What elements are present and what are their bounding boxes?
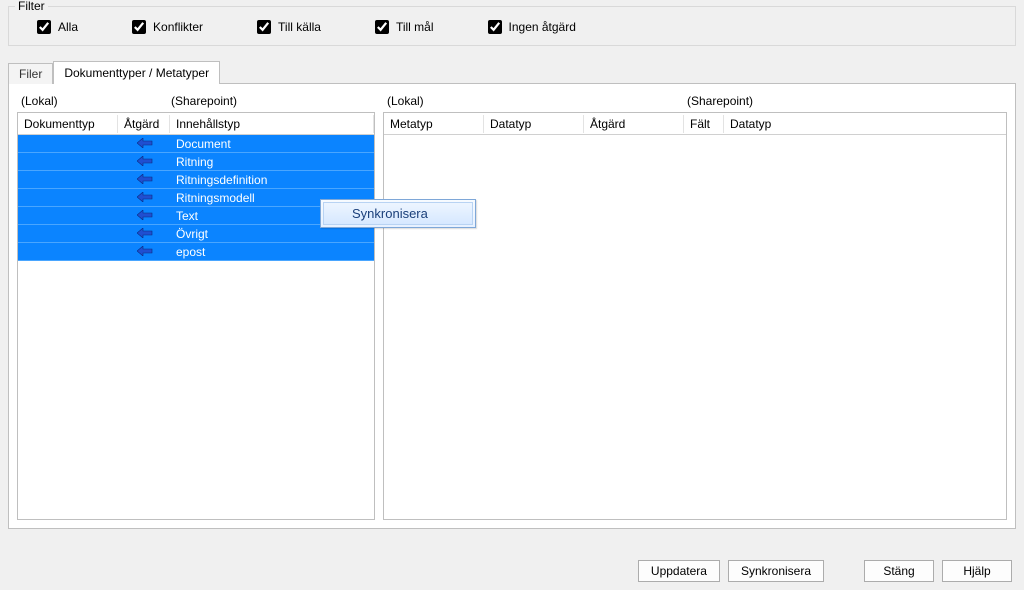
cell-innehallstyp: Document <box>170 137 374 151</box>
filter-label: Konflikter <box>153 20 203 34</box>
left-grid-header[interactable]: Dokumenttyp Åtgärd Innehållstyp <box>18 113 374 135</box>
filter-option-konflikter[interactable]: Konflikter <box>128 17 203 37</box>
filter-groupbox: Filter Alla Konflikter Till källa Till m… <box>8 6 1016 46</box>
cell-atgard <box>118 173 170 187</box>
filter-title: Filter <box>15 0 48 13</box>
table-row[interactable]: Ritningsdefinition <box>18 171 374 189</box>
filter-label: Alla <box>58 20 78 34</box>
left-grid-body[interactable]: DocumentRitningRitningsdefinitionRitning… <box>18 135 374 261</box>
filter-label: Ingen åtgärd <box>509 20 576 34</box>
right-grid[interactable]: Metatyp Datatyp Åtgärd Fält Datatyp <box>383 112 1007 520</box>
col-innehallstyp[interactable]: Innehållstyp <box>170 115 374 133</box>
tabs-header: Filer Dokumenttyper / Metatyper <box>8 61 1016 84</box>
arrow-left-icon <box>137 192 151 202</box>
cell-innehallstyp: Övrigt <box>170 227 374 241</box>
right-pane-top-labels: (Lokal) (Sharepoint) <box>383 92 1007 112</box>
update-button[interactable]: Uppdatera <box>638 560 720 582</box>
filter-option-alla[interactable]: Alla <box>33 17 78 37</box>
sync-button[interactable]: Synkronisera <box>728 560 824 582</box>
right-pane-sharepoint-label: (Sharepoint) <box>687 94 753 108</box>
arrow-left-icon <box>137 138 151 148</box>
left-pane-sharepoint-label: (Sharepoint) <box>171 94 237 108</box>
left-pane: (Lokal) (Sharepoint) Dokumenttyp Åtgärd … <box>17 92 375 520</box>
left-pane-top-labels: (Lokal) (Sharepoint) <box>17 92 375 112</box>
checkbox-till-kalla[interactable] <box>257 20 271 34</box>
col-atgard-right[interactable]: Åtgärd <box>584 115 684 133</box>
arrow-left-icon <box>137 156 151 166</box>
help-button[interactable]: Hjälp <box>942 560 1012 582</box>
arrow-left-icon <box>137 228 151 238</box>
filter-option-till-mal[interactable]: Till mål <box>371 17 434 37</box>
cell-atgard <box>118 137 170 151</box>
cell-innehallstyp: Ritning <box>170 155 374 169</box>
tab-filer[interactable]: Filer <box>8 63 53 84</box>
cell-atgard <box>118 227 170 241</box>
col-dokumenttyp[interactable]: Dokumenttyp <box>18 115 118 133</box>
col-datatyp-1[interactable]: Datatyp <box>484 115 584 133</box>
col-atgard[interactable]: Åtgärd <box>118 115 170 133</box>
tab-body: (Lokal) (Sharepoint) Dokumenttyp Åtgärd … <box>8 83 1016 529</box>
filter-option-ingen-atgard[interactable]: Ingen åtgärd <box>484 17 576 37</box>
filter-option-till-kalla[interactable]: Till källa <box>253 17 321 37</box>
arrow-left-icon <box>137 174 151 184</box>
table-row[interactable]: epost <box>18 243 374 261</box>
right-pane: (Lokal) (Sharepoint) Metatyp Datatyp Åtg… <box>383 92 1007 520</box>
context-menu: Synkronisera <box>320 199 476 228</box>
col-datatyp-2[interactable]: Datatyp <box>724 115 824 133</box>
cell-atgard <box>118 155 170 169</box>
cell-atgard <box>118 191 170 205</box>
table-row[interactable]: Ritning <box>18 153 374 171</box>
cell-innehallstyp: epost <box>170 245 374 259</box>
checkbox-konflikter[interactable] <box>132 20 146 34</box>
table-row[interactable]: Document <box>18 135 374 153</box>
tabs-area: Filer Dokumenttyper / Metatyper (Lokal) … <box>8 60 1016 529</box>
right-pane-lokal-label: (Lokal) <box>387 94 687 108</box>
context-item-synkronisera[interactable]: Synkronisera <box>323 202 473 225</box>
left-grid[interactable]: Dokumenttyp Åtgärd Innehållstyp Document… <box>17 112 375 520</box>
right-grid-header[interactable]: Metatyp Datatyp Åtgärd Fält Datatyp <box>384 113 1006 135</box>
filter-row: Alla Konflikter Till källa Till mål Inge… <box>17 11 1007 37</box>
close-button[interactable]: Stäng <box>864 560 934 582</box>
bottom-button-bar: Uppdatera Synkronisera Stäng Hjälp <box>638 560 1012 582</box>
filter-label: Till källa <box>278 20 321 34</box>
arrow-left-icon <box>137 246 151 256</box>
filter-label: Till mål <box>396 20 434 34</box>
left-pane-lokal-label: (Lokal) <box>21 94 171 108</box>
col-metatyp[interactable]: Metatyp <box>384 115 484 133</box>
tab-dokumenttyper[interactable]: Dokumenttyper / Metatyper <box>53 61 220 84</box>
col-falt[interactable]: Fält <box>684 115 724 133</box>
cell-atgard <box>118 245 170 259</box>
checkbox-alla[interactable] <box>37 20 51 34</box>
cell-atgard <box>118 209 170 223</box>
checkbox-ingen-atgard[interactable] <box>488 20 502 34</box>
checkbox-till-mal[interactable] <box>375 20 389 34</box>
cell-innehallstyp: Ritningsdefinition <box>170 173 374 187</box>
arrow-left-icon <box>137 210 151 220</box>
